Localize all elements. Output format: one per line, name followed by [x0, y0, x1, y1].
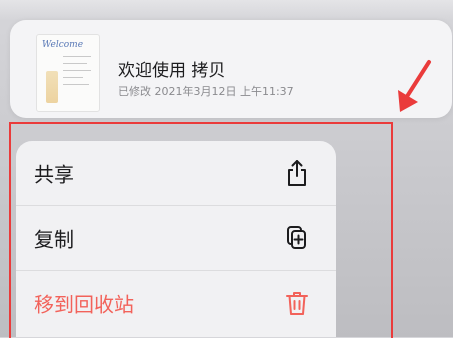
thumbnail-illustration	[46, 71, 58, 103]
file-name: 欢迎使用 拷贝	[118, 61, 226, 81]
annotation-arrow-icon	[398, 60, 431, 112]
background-top-fade	[0, 0, 453, 20]
thumbnail-text-line	[63, 63, 87, 64]
thumbnail-title: Welcome	[42, 40, 84, 50]
thumbnail-text-line	[63, 77, 83, 78]
thumbnail-text-line	[63, 56, 91, 57]
file-preview-card[interactable]: Welcome 欢迎使用 拷贝 已修改 2021年3月12日 上午11:37	[10, 20, 452, 118]
annotation-highlight-box	[9, 122, 393, 338]
thumbnail-text-line	[63, 70, 91, 71]
file-modified-date: 已修改 2021年3月12日 上午11:37	[118, 85, 294, 98]
document-thumbnail: Welcome	[36, 34, 100, 112]
thumbnail-text-line	[63, 84, 89, 85]
